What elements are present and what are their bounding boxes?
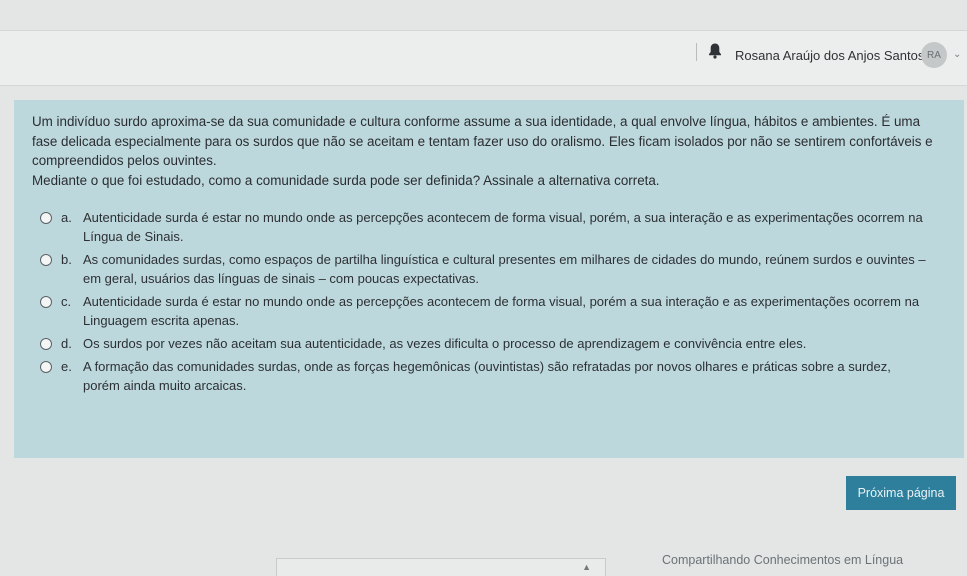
answer-option-a[interactable]: a. Autenticidade surda é estar no mundo … xyxy=(32,208,946,246)
option-text: Autenticidade surda é estar no mundo ond… xyxy=(83,210,923,244)
radio-button[interactable] xyxy=(40,361,52,373)
answer-option-c[interactable]: c. Autenticidade surda é estar no mundo … xyxy=(32,292,946,330)
option-letter: c. xyxy=(61,294,72,309)
radio-button[interactable] xyxy=(40,212,52,224)
bell-icon[interactable] xyxy=(708,42,722,60)
user-name[interactable]: Rosana Araújo dos Anjos Santos xyxy=(735,48,924,63)
navbar-divider xyxy=(696,43,697,61)
chevron-down-icon[interactable]: ⌄ xyxy=(953,49,961,60)
question-panel: Um indivíduo surdo aproxima-se da sua co… xyxy=(14,100,964,458)
question-statement: Um indivíduo surdo aproxima-se da sua co… xyxy=(32,114,933,168)
option-letter: b. xyxy=(61,252,72,267)
option-text: Os surdos por vezes não aceitam sua aute… xyxy=(83,336,807,351)
option-text: As comunidades surdas, como espaços de p… xyxy=(83,252,926,286)
answer-option-e[interactable]: e. A formação das comunidades surdas, on… xyxy=(32,357,946,395)
option-text: A formação das comunidades surdas, onde … xyxy=(83,359,891,393)
answer-options: a. Autenticidade surda é estar no mundo … xyxy=(32,208,946,395)
question-prompt: Mediante o que foi estudado, como a comu… xyxy=(32,172,660,188)
radio-button[interactable] xyxy=(40,254,52,266)
radio-button[interactable] xyxy=(40,296,52,308)
next-page-button[interactable]: Próxima página xyxy=(846,476,956,510)
chevron-up-down-icon: ▲ xyxy=(582,562,591,572)
option-letter: a. xyxy=(61,210,72,225)
answer-option-d[interactable]: d. Os surdos por vezes não aceitam sua a… xyxy=(32,334,946,353)
jump-to-select[interactable]: ▲ xyxy=(276,558,606,576)
option-letter: e. xyxy=(61,359,72,374)
avatar[interactable]: RA xyxy=(921,42,947,68)
top-navbar: Rosana Araújo dos Anjos Santos RA ⌄ xyxy=(0,30,967,86)
answer-option-b[interactable]: b. As comunidades surdas, como espaços d… xyxy=(32,250,946,288)
option-text: Autenticidade surda é estar no mundo ond… xyxy=(83,294,920,328)
next-activity-link[interactable]: Compartilhando Conhecimentos em Língua xyxy=(662,553,903,567)
question-text-block: Um indivíduo surdo aproxima-se da sua co… xyxy=(32,112,946,190)
quiz-page: Rosana Araújo dos Anjos Santos RA ⌄ Um i… xyxy=(0,0,967,576)
radio-button[interactable] xyxy=(40,338,52,350)
option-letter: d. xyxy=(61,336,72,351)
